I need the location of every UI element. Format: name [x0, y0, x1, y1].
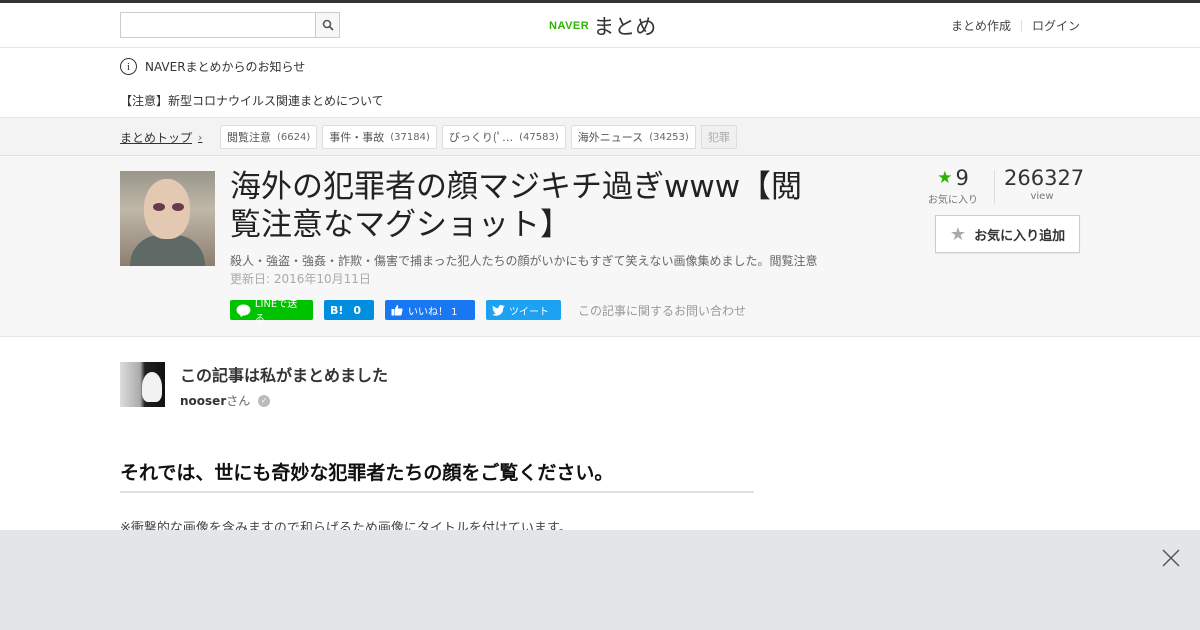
tweet-label: ツイート: [509, 306, 549, 318]
tag-label: 事件・事故: [329, 131, 385, 144]
tag-item[interactable]: 犯罪: [700, 125, 737, 149]
line-icon: [236, 304, 251, 317]
nav-divider: [1020, 19, 1022, 32]
breadcrumb: まとめトップ › 閲覧注意 (6624) 事件・事故 (37184) びっくり(ﾟ……: [0, 118, 1200, 156]
star-outline-icon: ★: [949, 223, 967, 245]
article-header: 海外の犯罪者の顔マジキチ過ぎwww【閲覧注意なマグショット】 殺人・強盗・強姦・…: [0, 156, 1200, 337]
tag-count: (37184): [390, 131, 430, 143]
article-title: 海外の犯罪者の顔マジキチ過ぎwww【閲覧注意なマグショット】: [230, 169, 803, 243]
notice-item-link[interactable]: 【注意】新型コロナウイルス関連まとめについて: [120, 92, 384, 109]
close-icon[interactable]: [1160, 547, 1182, 569]
favorites-number: 9: [955, 166, 969, 190]
add-favorite-label: お気に入り追加: [974, 228, 1066, 244]
view-label: view: [1030, 191, 1054, 202]
line-share-button[interactable]: LINEで送る: [230, 299, 313, 325]
author-name-row: nooser さん ✓: [180, 392, 271, 409]
line-share-label: LINEで送る: [254, 299, 298, 325]
search-box: [120, 12, 340, 38]
facebook-like-button[interactable]: いいね！ 1: [385, 300, 475, 320]
breadcrumb-top-link[interactable]: まとめトップ ›: [120, 129, 202, 146]
tag-count: (34253): [649, 131, 689, 143]
site-header: NAVER まとめ まとめ作成 ログイン: [0, 3, 1200, 48]
view-counter: 266327 view: [1004, 166, 1085, 202]
ad-overlay: [0, 530, 1200, 630]
view-number: 266327: [1004, 166, 1085, 190]
hatena-icon: B!: [330, 303, 344, 317]
author-suffix: さん: [226, 394, 251, 408]
header-nav: まとめ作成 ログイン: [951, 17, 1080, 34]
info-icon: i: [120, 58, 137, 75]
logo-brand: NAVER: [549, 20, 590, 32]
tag-count: (47583): [519, 131, 559, 143]
notice-area: i NAVERまとめからのお知らせ 【注意】新型コロナウイルス関連まとめについて: [0, 48, 1200, 118]
stats-divider: [994, 170, 995, 204]
tag-item[interactable]: 海外ニュース (34253): [570, 125, 696, 149]
create-matome-link[interactable]: まとめ作成: [951, 17, 1011, 34]
tag-list: 閲覧注意 (6624) 事件・事故 (37184) びっくり(ﾟ… (47583) 海…: [220, 125, 742, 149]
star-icon: ★: [937, 168, 953, 188]
tweet-button[interactable]: ツイート: [486, 300, 561, 320]
notice-title: NAVERまとめからのお知らせ: [145, 60, 306, 74]
hatena-bookmark-button[interactable]: B! 0: [324, 300, 374, 320]
article-description: 殺人・強盗・強姦・詐欺・傷害で捕まった犯人たちの顔がいかにもすぎて笑えない画像集…: [230, 254, 818, 268]
favorites-label: お気に入り: [928, 195, 978, 206]
search-input[interactable]: [120, 12, 315, 38]
thumbs-up-icon: [391, 305, 403, 316]
hatena-count: 0: [353, 303, 362, 317]
add-favorite-button[interactable]: ★ お気に入り追加: [935, 215, 1080, 253]
logo-text: まとめ: [593, 15, 657, 39]
tag-item[interactable]: 事件・事故 (37184): [322, 125, 437, 149]
tag-count: (6624): [277, 131, 311, 143]
chevron-right-icon: ›: [198, 131, 203, 144]
search-icon: [322, 19, 334, 31]
tag-label: びっくり(ﾟ…: [448, 131, 514, 144]
tag-item[interactable]: 閲覧注意 (6624): [220, 125, 318, 149]
tag-label: 海外ニュース: [577, 131, 644, 144]
breadcrumb-top-label: まとめトップ: [120, 131, 193, 145]
favorites-counter: ★ 9 お気に入り: [928, 166, 978, 206]
avatar[interactable]: [120, 362, 165, 407]
article-thumbnail: [120, 171, 215, 266]
article-updated-date: 更新日: 2016年10月11日: [230, 272, 371, 286]
site-logo[interactable]: NAVER まとめ: [549, 11, 656, 41]
tag-item[interactable]: びっくり(ﾟ… (47583): [441, 125, 566, 149]
section-heading: それでは、世にも奇妙な犯罪者たちの顔をご覧ください。: [120, 458, 754, 493]
login-link[interactable]: ログイン: [1032, 17, 1080, 34]
verified-check-icon: ✓: [258, 394, 271, 407]
share-buttons: LINEで送る B! 0 いいね！ 1 ツイート この記事に関するお問い合わせ: [230, 299, 746, 325]
tag-label: 犯罪: [707, 131, 730, 144]
author-heading: この記事は私がまとめました: [180, 366, 389, 385]
facebook-like-label: いいね！ 1: [408, 306, 458, 318]
contact-link[interactable]: この記事に関するお問い合わせ: [578, 302, 746, 319]
twitter-bird-icon: [492, 304, 505, 316]
author-name-link[interactable]: nooser: [180, 394, 226, 408]
notice-header: i NAVERまとめからのお知らせ: [120, 58, 305, 75]
search-button[interactable]: [315, 12, 340, 38]
tag-label: 閲覧注意: [227, 131, 271, 144]
